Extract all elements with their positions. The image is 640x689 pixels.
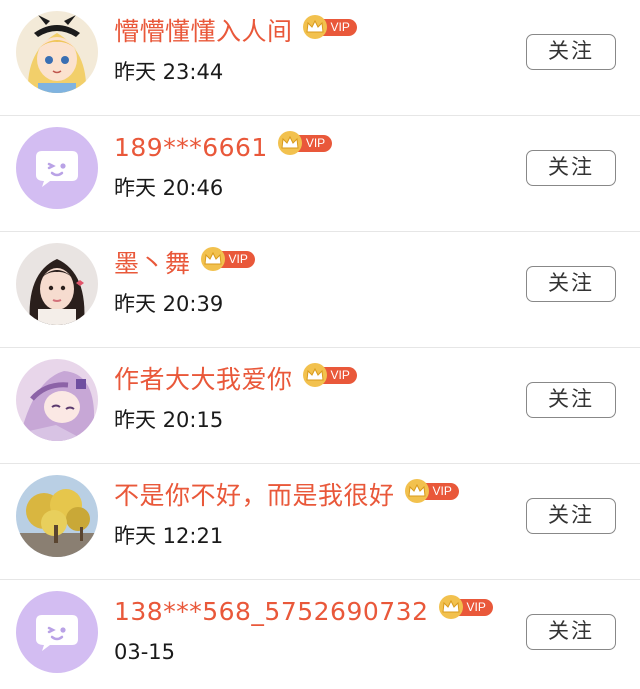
follow-button[interactable]: 关注 — [526, 266, 616, 302]
list-item[interactable]: 作者大大我爱你 VIP 昨天 20:15 关注 — [0, 348, 640, 464]
girl-photo-avatar-icon — [16, 243, 98, 325]
vip-badge: VIP — [404, 479, 459, 503]
timestamp: 昨天 20:15 — [114, 408, 224, 432]
username[interactable]: 138***568_5752690732 — [114, 595, 429, 629]
name-line: 墨丶舞 VIP — [114, 247, 255, 281]
name-line: 作者大大我爱你 VIP — [114, 363, 357, 397]
list-item[interactable]: 墨丶舞 VIP 昨天 20:39 关注 — [0, 232, 640, 348]
crown-icon — [302, 363, 327, 387]
username[interactable]: 墨丶舞 — [114, 247, 191, 281]
username[interactable]: 作者大大我爱你 — [114, 363, 293, 397]
avatar[interactable] — [16, 591, 98, 673]
vip-badge: VIP — [302, 15, 357, 39]
list-item[interactable]: 189***6661 VIP 昨天 20:46 关注 — [0, 116, 640, 232]
name-line: 189***6661 VIP — [114, 131, 333, 165]
avatar[interactable] — [16, 243, 98, 325]
user-list: 懵懵懂懂入人间 VIP 昨天 23:44 关注 189***6661 VIP 昨… — [0, 0, 640, 689]
name-line: 懵懵懂懂入人间 VIP — [114, 15, 357, 49]
crown-icon — [404, 479, 429, 503]
list-item[interactable]: 懵懵懂懂入人间 VIP 昨天 23:44 关注 — [0, 0, 640, 116]
default-chat-avatar-icon — [16, 127, 98, 209]
list-item[interactable]: 138***568_5752690732 VIP 03-15 关注 — [0, 580, 640, 689]
username[interactable]: 189***6661 — [114, 131, 268, 165]
username[interactable]: 不是你不好，而是我很好 — [114, 479, 395, 513]
timestamp: 昨天 20:39 — [114, 292, 224, 316]
avatar[interactable] — [16, 11, 98, 93]
username[interactable]: 懵懵懂懂入人间 — [114, 15, 293, 49]
cartoon-girl-avatar-icon — [16, 11, 98, 93]
follow-button[interactable]: 关注 — [526, 34, 616, 70]
follow-button[interactable]: 关注 — [526, 614, 616, 650]
follow-button[interactable]: 关注 — [526, 150, 616, 186]
crown-icon — [438, 595, 463, 619]
follow-button[interactable]: 关注 — [526, 382, 616, 418]
avatar[interactable] — [16, 359, 98, 441]
list-item[interactable]: 不是你不好，而是我很好 VIP 昨天 12:21 关注 — [0, 464, 640, 580]
avatar[interactable] — [16, 475, 98, 557]
name-line: 不是你不好，而是我很好 VIP — [114, 479, 459, 513]
crown-icon — [200, 247, 225, 271]
timestamp: 昨天 20:46 — [114, 176, 224, 200]
name-line: 138***568_5752690732 VIP — [114, 595, 493, 629]
avatar[interactable] — [16, 127, 98, 209]
timestamp: 03-15 — [114, 640, 176, 664]
vip-badge: VIP — [302, 363, 357, 387]
default-chat-avatar-icon — [16, 591, 98, 673]
vip-badge: VIP — [200, 247, 255, 271]
vip-badge: VIP — [438, 595, 493, 619]
crown-icon — [302, 15, 327, 39]
crown-icon — [277, 131, 302, 155]
follow-button[interactable]: 关注 — [526, 498, 616, 534]
tree-photo-avatar-icon — [16, 475, 98, 557]
timestamp: 昨天 23:44 — [114, 60, 224, 84]
anime-girl-avatar-icon — [16, 359, 98, 441]
vip-badge: VIP — [277, 131, 333, 155]
timestamp: 昨天 12:21 — [114, 524, 224, 548]
